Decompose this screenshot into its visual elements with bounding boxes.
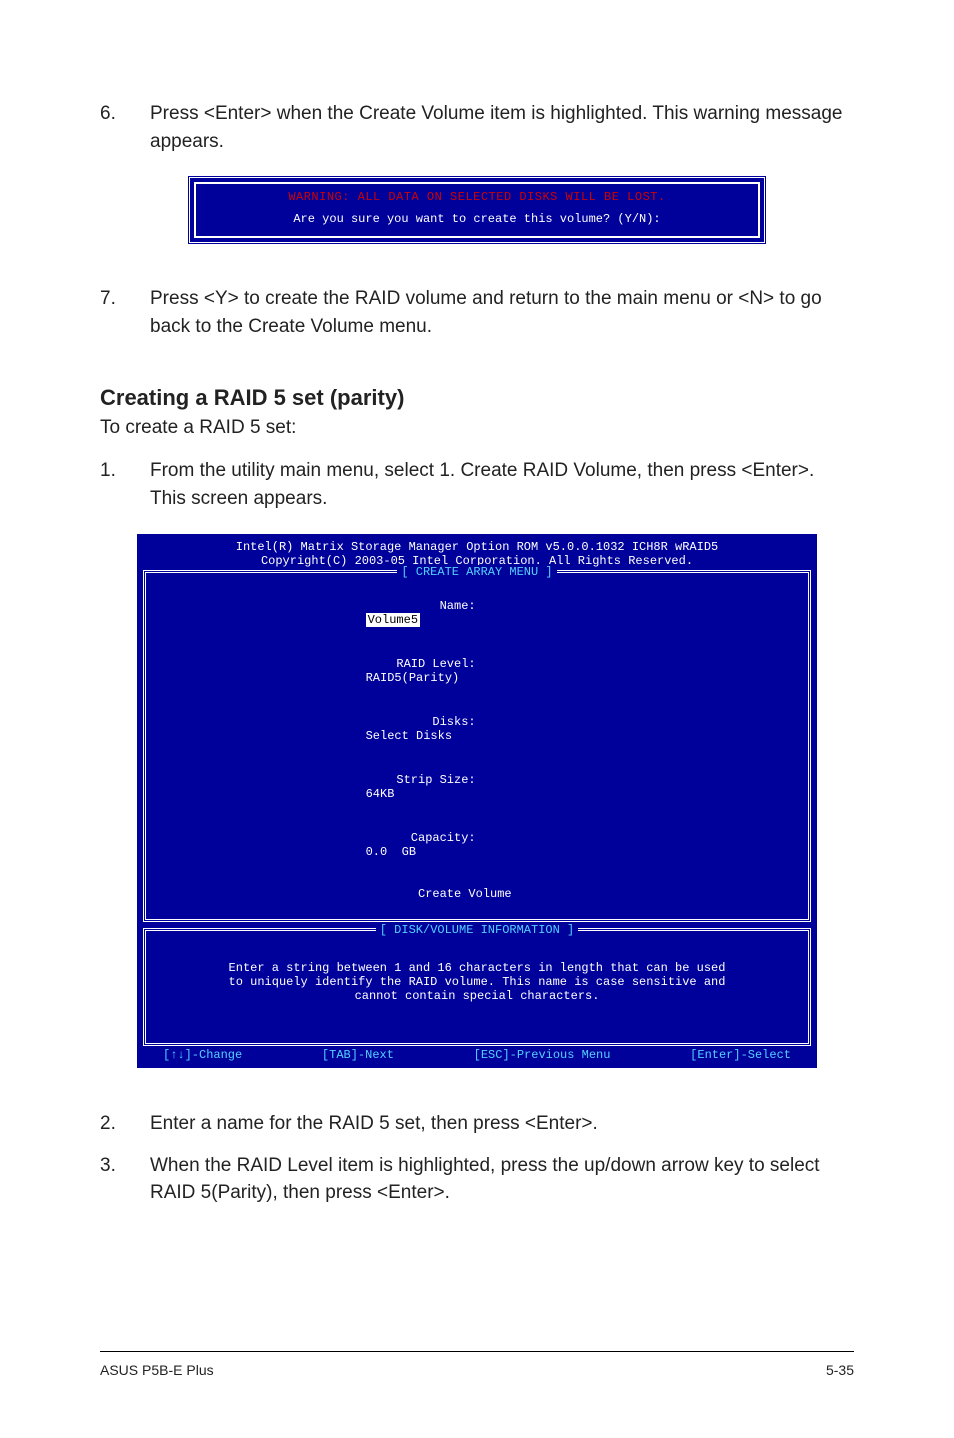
warning-prompt: Are you sure you want to create this vol… [206, 212, 748, 226]
info-line-1: Enter a string between 1 and 16 characte… [164, 961, 790, 975]
capacity-label: Capacity: [366, 831, 476, 845]
disk-volume-info-label: [ DISK/VOLUME INFORMATION ] [376, 923, 578, 937]
name-value[interactable]: Volume5 [366, 613, 480, 627]
step-2-number: 2. [100, 1110, 150, 1138]
raid-level-label: RAID Level: [366, 657, 476, 671]
info-line-2: to uniquely identify the RAID volume. Th… [164, 975, 790, 989]
step-7-text: Press <Y> to create the RAID volume and … [150, 285, 854, 340]
status-esc: [ESC]-Previous Menu [474, 1048, 611, 1062]
page-footer: ASUS P5B-E Plus 5-35 [100, 1351, 854, 1378]
disks-value[interactable]: Select Disks [366, 729, 452, 743]
bios-title-1: Intel(R) Matrix Storage Manager Option R… [143, 540, 811, 554]
footer-left: ASUS P5B-E Plus [100, 1362, 214, 1378]
status-change: [↑↓]-Change [163, 1048, 242, 1062]
step-1-number: 1. [100, 457, 150, 512]
capacity-value[interactable]: 0.0 GB [366, 845, 416, 859]
bios-screen: Intel(R) Matrix Storage Manager Option R… [137, 534, 817, 1068]
warning-line: WARNING: ALL DATA ON SELECTED DISKS WILL… [206, 190, 748, 204]
create-volume-action[interactable]: Create Volume [418, 887, 796, 901]
raid-level-value[interactable]: RAID5(Parity) [366, 671, 460, 685]
warning-dialog: WARNING: ALL DATA ON SELECTED DISKS WILL… [187, 175, 767, 245]
disks-label: Disks: [366, 715, 476, 729]
bios-statusbar: [↑↓]-Change [TAB]-Next [ESC]-Previous Me… [143, 1046, 811, 1066]
info-line-3: cannot contain special characters. [164, 989, 790, 1003]
create-array-label: [ CREATE ARRAY MENU ] [397, 565, 556, 579]
section-subtext: To create a RAID 5 set: [100, 417, 854, 439]
step-3-number: 3. [100, 1152, 150, 1207]
status-enter: [Enter]-Select [690, 1048, 791, 1062]
step-1-text: From the utility main menu, select 1. Cr… [150, 457, 854, 512]
step-6-text: Press <Enter> when the Create Volume ite… [150, 100, 854, 155]
step-7-number: 7. [100, 285, 150, 340]
step-2-text: Enter a name for the RAID 5 set, then pr… [150, 1110, 854, 1138]
section-heading: Creating a RAID 5 set (parity) [100, 385, 854, 411]
step-6-number: 6. [100, 100, 150, 155]
status-tab: [TAB]-Next [322, 1048, 394, 1062]
name-label: Name: [366, 599, 476, 613]
create-array-panel: [ CREATE ARRAY MENU ] Name: Volume5 RAID… [143, 570, 811, 922]
strip-size-value[interactable]: 64KB [366, 787, 395, 801]
footer-right: 5-35 [826, 1362, 854, 1378]
strip-size-label: Strip Size: [366, 773, 476, 787]
step-3-text: When the RAID Level item is highlighted,… [150, 1152, 854, 1207]
disk-volume-info-panel: [ DISK/VOLUME INFORMATION ] Enter a stri… [143, 928, 811, 1046]
